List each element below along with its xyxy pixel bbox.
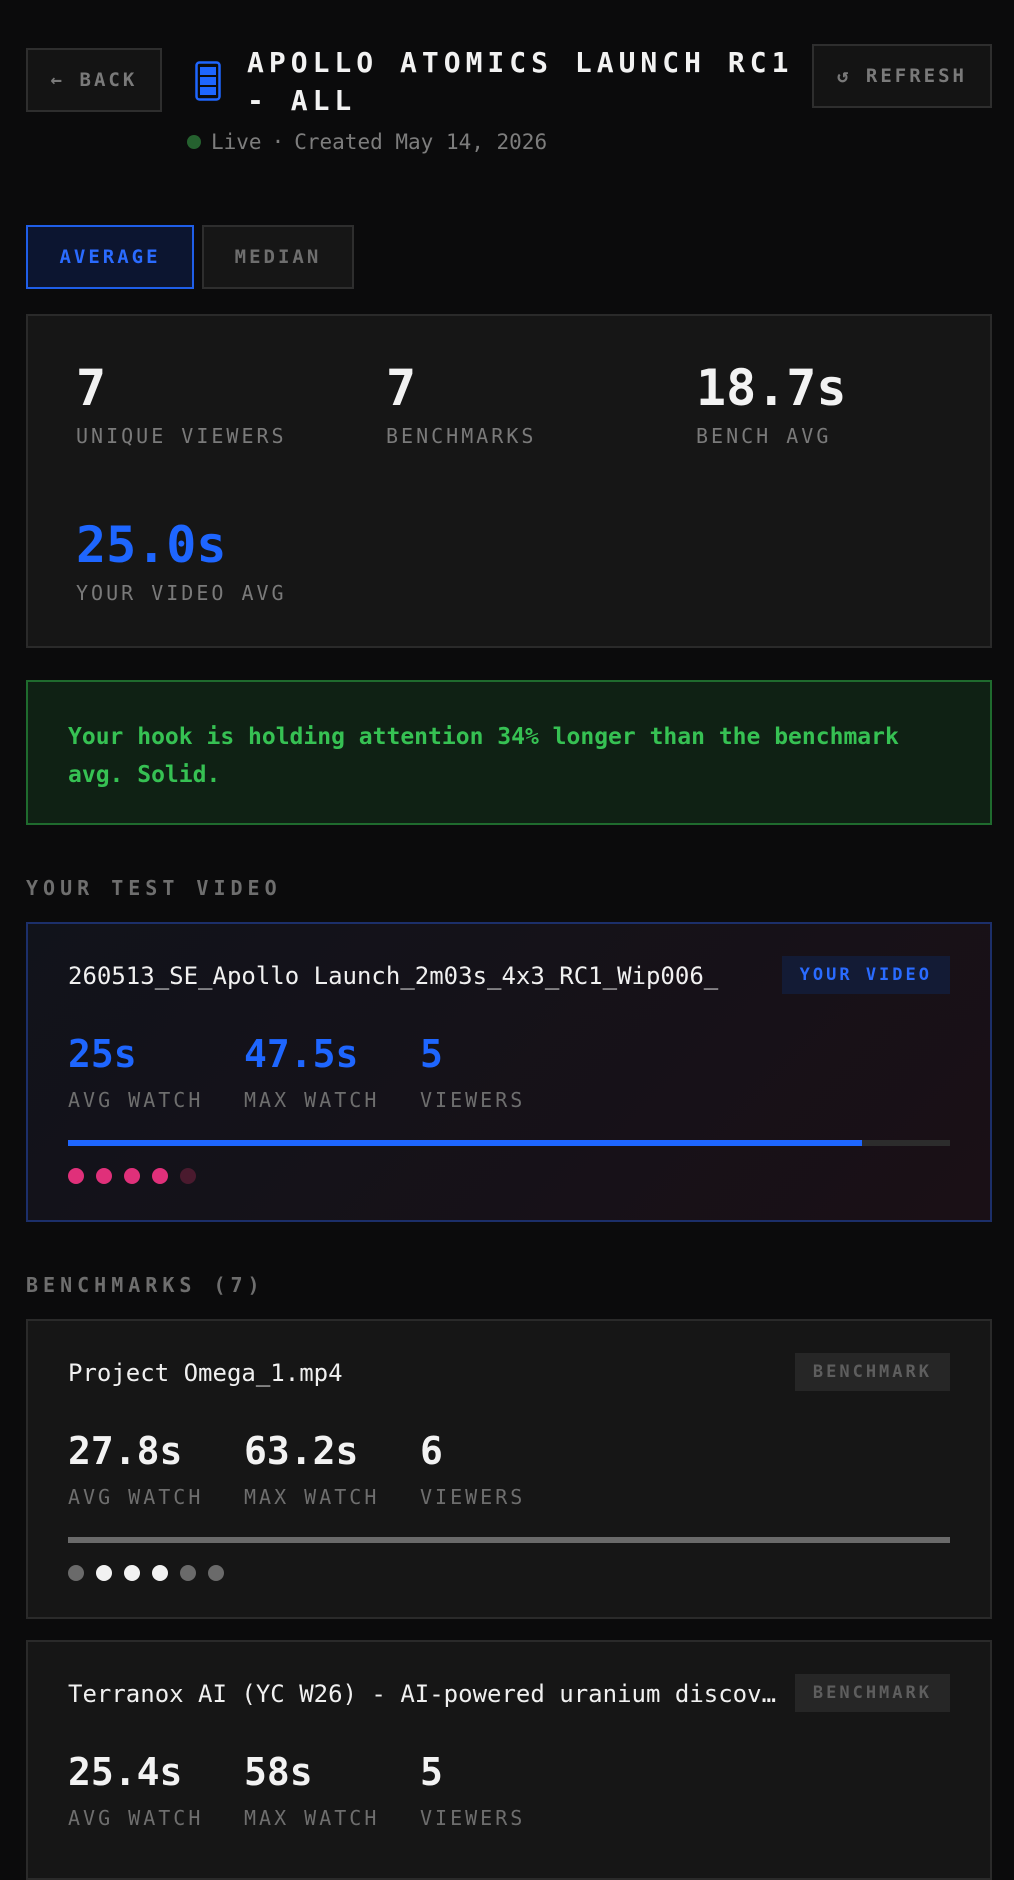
viewer-dot (124, 1565, 140, 1581)
retention-bar-fill (68, 1537, 950, 1543)
metric-value: 27.8s (68, 1429, 183, 1473)
metric-viewers: 5 VIEWERS (420, 1750, 525, 1830)
viewer-dot (180, 1565, 196, 1581)
metric-label: AVG WATCH (68, 1088, 204, 1112)
test-video-card[interactable]: 260513_SE_Apollo Launch_2m03s_4x3_RC1_Wi… (26, 922, 992, 1222)
metric-viewers: 6 VIEWERS (420, 1429, 525, 1509)
metric-label: VIEWERS (420, 1088, 526, 1112)
stat-value: 18.7s (696, 359, 847, 417)
insight-banner: Your hook is holding attention 34% longe… (26, 680, 992, 825)
status-text: Live (211, 130, 262, 154)
metric-viewers: 5 VIEWERS (420, 1032, 525, 1112)
metric-label: AVG WATCH (68, 1806, 204, 1830)
metric-value: 6 (420, 1429, 443, 1473)
metric-value: 63.2s (244, 1429, 359, 1473)
metric-label: MAX WATCH (244, 1088, 380, 1112)
metric-max-watch: 63.2s MAX WATCH (244, 1429, 379, 1509)
metric-label: AVG WATCH (68, 1485, 204, 1509)
refresh-button[interactable]: ↺ REFRESH (812, 44, 992, 108)
metric-value: 58s (244, 1750, 313, 1794)
video-title: Project Omega_1.mp4 (68, 1359, 343, 1387)
insight-text: Your hook is holding attention 34% longe… (68, 724, 899, 788)
metric-value: 25s (68, 1032, 137, 1076)
video-title: Terranox AI (YC W26) - AI-powered uraniu… (68, 1680, 778, 1708)
live-status-dot (187, 135, 201, 149)
viewer-dot (68, 1565, 84, 1581)
stat-value: 7 (386, 359, 417, 417)
retention-bar (68, 1140, 950, 1146)
benchmark-card[interactable]: Project Omega_1.mp4 BENCHMARK 27.8s AVG … (26, 1319, 992, 1619)
back-button[interactable]: ← BACK (26, 48, 162, 112)
stat-value: 25.0s (76, 516, 227, 574)
retention-bar (68, 1537, 950, 1543)
metric-max-watch: 47.5s MAX WATCH (244, 1032, 379, 1112)
stat-label: BENCH AVG (696, 424, 832, 448)
metric-label: MAX WATCH (244, 1485, 380, 1509)
metric-avg-watch: 27.8s AVG WATCH (68, 1429, 203, 1509)
stat-value: 7 (76, 359, 107, 417)
separator: · (271, 130, 285, 154)
retention-bar-fill (68, 1140, 862, 1146)
stat-label: BENCHMARKS (386, 424, 537, 448)
metric-max-watch: 58s MAX WATCH (244, 1750, 379, 1830)
stat-label: UNIQUE VIEWERS (76, 424, 287, 448)
battery-icon (195, 61, 221, 101)
metric-label: VIEWERS (420, 1485, 526, 1509)
metric-avg-watch: 25.4s AVG WATCH (68, 1750, 203, 1830)
metric-value: 5 (420, 1750, 443, 1794)
metric-value: 5 (420, 1032, 443, 1076)
metric-value: 47.5s (244, 1032, 359, 1076)
status-row: Live · Created May 14, 2026 (187, 130, 547, 154)
benchmark-badge: BENCHMARK (794, 1674, 950, 1712)
metric-label: MAX WATCH (244, 1806, 380, 1830)
your-video-badge: YOUR VIDEO (781, 956, 950, 994)
page-title: APOLLO ATOMICS LAUNCH RC1 - ALL (247, 46, 794, 117)
tab-average[interactable]: AVERAGE (26, 225, 194, 289)
viewer-dot (96, 1168, 112, 1184)
viewer-dot (124, 1168, 140, 1184)
viewer-dot (180, 1168, 196, 1184)
stats-panel: 7 UNIQUE VIEWERS 7 BENCHMARKS 18.7s BENC… (26, 314, 992, 648)
stat-unique-viewers: 7 UNIQUE VIEWERS (76, 360, 287, 448)
section-label-benchmarks: BENCHMARKS (7) (26, 1273, 265, 1297)
viewer-dot (152, 1168, 168, 1184)
stat-your-video-avg: 25.0s YOUR VIDEO AVG (76, 517, 287, 605)
created-date: Created May 14, 2026 (294, 130, 548, 154)
section-label-test-video: YOUR TEST VIDEO (26, 876, 282, 900)
tab-median[interactable]: MEDIAN (202, 225, 354, 289)
viewer-dot (96, 1565, 112, 1581)
metric-label: VIEWERS (420, 1806, 526, 1830)
viewer-dots (68, 1565, 236, 1581)
stat-label: YOUR VIDEO AVG (76, 581, 287, 605)
metric-value: 25.4s (68, 1750, 183, 1794)
viewer-dots (68, 1168, 208, 1184)
viewer-dot (208, 1565, 224, 1581)
metric-avg-watch: 25s AVG WATCH (68, 1032, 203, 1112)
viewer-dot (68, 1168, 84, 1184)
benchmark-card[interactable]: Terranox AI (YC W26) - AI-powered uraniu… (26, 1640, 992, 1880)
stat-benchmarks: 7 BENCHMARKS (386, 360, 536, 448)
stat-bench-avg: 18.7s BENCH AVG (696, 360, 847, 448)
benchmark-badge: BENCHMARK (794, 1353, 950, 1391)
viewer-dot (152, 1565, 168, 1581)
video-title: 260513_SE_Apollo Launch_2m03s_4x3_RC1_Wi… (68, 962, 719, 990)
